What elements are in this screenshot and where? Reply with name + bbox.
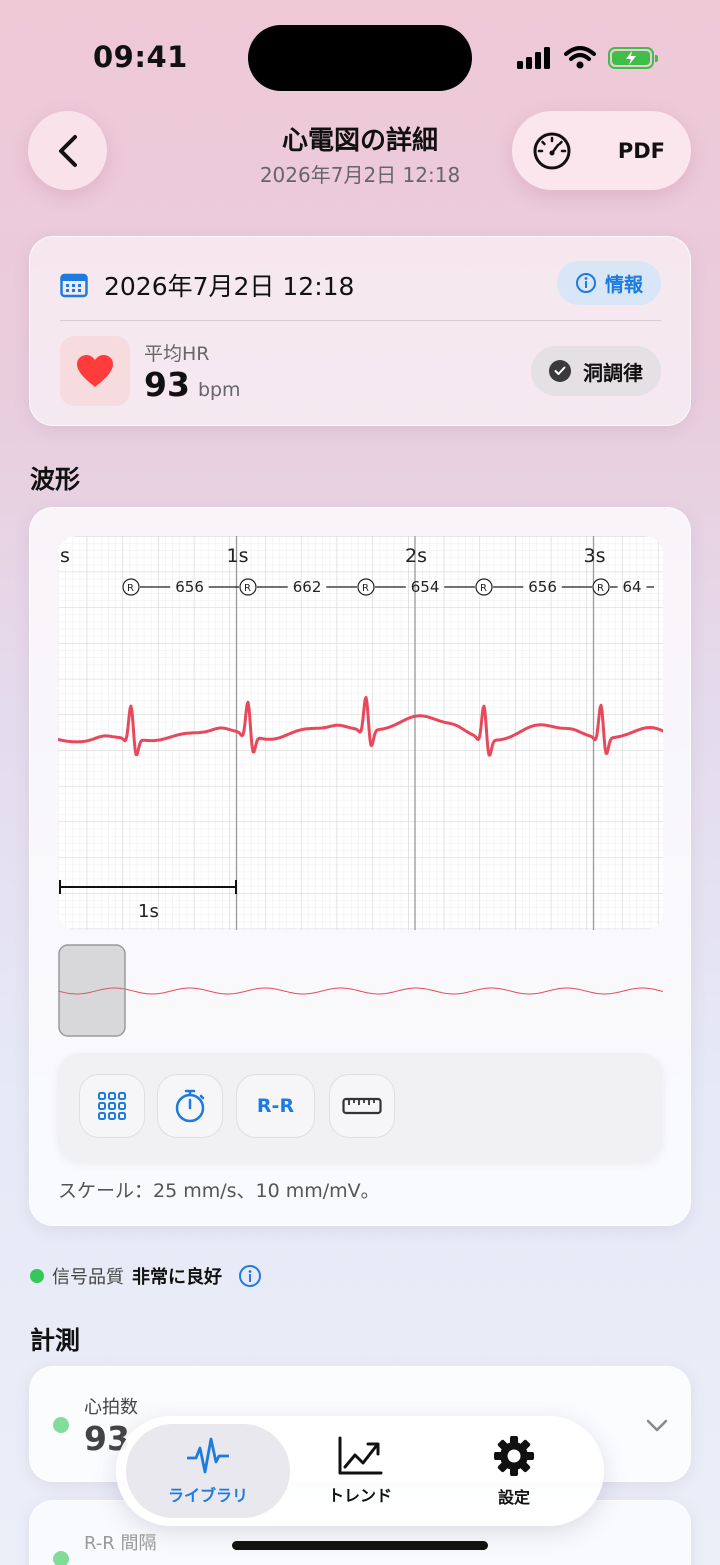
page-title: 心電図の詳細	[281, 126, 438, 156]
hr-unit: bpm	[197, 379, 241, 401]
signal-quality-label: 信号品質	[52, 1267, 124, 1288]
heart-tile	[60, 336, 130, 406]
checkmark-icon	[549, 360, 571, 382]
ecg-strip[interactable]: s 1s 2s 3s R 656 R 662 R 654 R 656 R 64 1s	[58, 536, 663, 930]
avg-hr-label: 平均HR	[144, 343, 210, 365]
time-label: 2s	[405, 545, 427, 567]
tab-settings-label: 設定	[497, 1488, 530, 1507]
waveform-section-title: 波形	[30, 465, 81, 494]
scale-description: スケール：25 mm/s、10 mm/mV。	[58, 1180, 380, 1202]
measurement-label: 心拍数	[84, 1397, 138, 1418]
gauge-icon[interactable]	[532, 131, 572, 171]
status-dot	[53, 1551, 69, 1565]
back-button[interactable]	[28, 111, 107, 190]
divider	[60, 320, 661, 321]
r-peak-label: R	[597, 583, 604, 594]
signal-quality-row: 信号品質 非常に良好	[30, 1263, 262, 1289]
rr-button[interactable]: R-R	[236, 1074, 315, 1138]
waveform-icon	[187, 1437, 229, 1474]
ecg-overview-strip[interactable]	[57, 944, 664, 1038]
recording-date: 2026年7月2日 12:18	[104, 272, 355, 301]
pdf-toolbar: PDF	[512, 111, 691, 190]
chevron-down-icon[interactable]	[646, 1419, 668, 1433]
rhythm-badge: 洞調律	[531, 346, 661, 396]
overview-trace	[57, 987, 664, 995]
page-subtitle: 2026年7月2日 12:18	[259, 163, 461, 187]
cellular-signal-icon	[517, 47, 550, 69]
signal-quality-value: 非常に良好	[132, 1267, 222, 1288]
info-button[interactable]: 情報	[556, 261, 661, 305]
status-time: 09:41	[93, 40, 188, 74]
rhythm-label: 洞調律	[583, 360, 643, 385]
heart-icon	[77, 355, 113, 387]
rr-interval-value: 656	[528, 578, 557, 596]
date-row: 2026年7月2日 12:18	[60, 267, 354, 303]
timer-button[interactable]	[157, 1074, 223, 1138]
calendar-icon	[60, 273, 88, 298]
avg-hr-value: 93 bpm	[144, 365, 241, 404]
tools-bar: R-R	[58, 1053, 663, 1161]
wifi-icon	[564, 46, 596, 69]
ecg-info-card: 2026年7月2日 12:18 情報 平均HR 93 bpm 洞調律	[29, 236, 691, 426]
grid-icon	[98, 1092, 126, 1120]
status-icons	[516, 44, 658, 72]
rr-interval-value: 656	[175, 578, 204, 596]
pdf-button[interactable]: PDF	[618, 139, 665, 163]
dynamic-island	[248, 25, 472, 91]
chevron-left-icon	[58, 134, 77, 167]
status-dot	[53, 1417, 69, 1433]
measurement-label: R-R 間隔	[84, 1533, 157, 1554]
info-icon	[575, 273, 596, 293]
r-peak-label: R	[362, 583, 369, 594]
tab-bar: ライブラリ トレンド 設定	[116, 1416, 604, 1526]
grid-button[interactable]	[79, 1074, 145, 1138]
tab-library-label: ライブラリ	[167, 1486, 248, 1505]
signal-quality-info-icon[interactable]	[238, 1264, 262, 1288]
ruler-icon	[342, 1097, 382, 1115]
tab-settings[interactable]: 設定	[434, 1424, 594, 1518]
rr-button-label: R-R	[256, 1095, 295, 1117]
battery-charging-icon	[608, 47, 658, 69]
time-label: 3s	[584, 545, 606, 567]
rr-interval-value: 662	[293, 578, 322, 596]
time-label: s	[60, 545, 70, 567]
r-peak-label: R	[480, 583, 487, 594]
overview-selection-window[interactable]	[58, 944, 126, 1037]
r-peak-label: R	[127, 583, 134, 594]
r-peak-label: R	[244, 583, 251, 594]
time-label: 1s	[227, 545, 249, 567]
scale-bar-label: 1s	[138, 901, 159, 922]
signal-quality-dot	[30, 1269, 44, 1283]
ruler-button[interactable]	[329, 1074, 395, 1138]
stopwatch-icon	[175, 1089, 205, 1123]
hr-number: 93	[144, 365, 190, 404]
rr-interval-value: 654	[411, 578, 440, 596]
gear-icon	[494, 1436, 534, 1476]
measurements-section-title: 計測	[30, 1326, 81, 1355]
tab-trends[interactable]: トレンド	[280, 1424, 440, 1518]
tab-trends-label: トレンド	[327, 1486, 392, 1505]
tab-library[interactable]: ライブラリ	[126, 1424, 290, 1518]
chart-line-uptrend-icon	[338, 1436, 383, 1475]
home-indicator	[232, 1541, 488, 1550]
waveform-card: s 1s 2s 3s R 656 R 662 R 654 R 656 R 64 1s	[29, 507, 691, 1226]
rr-interval-value: 64	[623, 578, 642, 596]
info-button-label: 情報	[604, 273, 643, 296]
